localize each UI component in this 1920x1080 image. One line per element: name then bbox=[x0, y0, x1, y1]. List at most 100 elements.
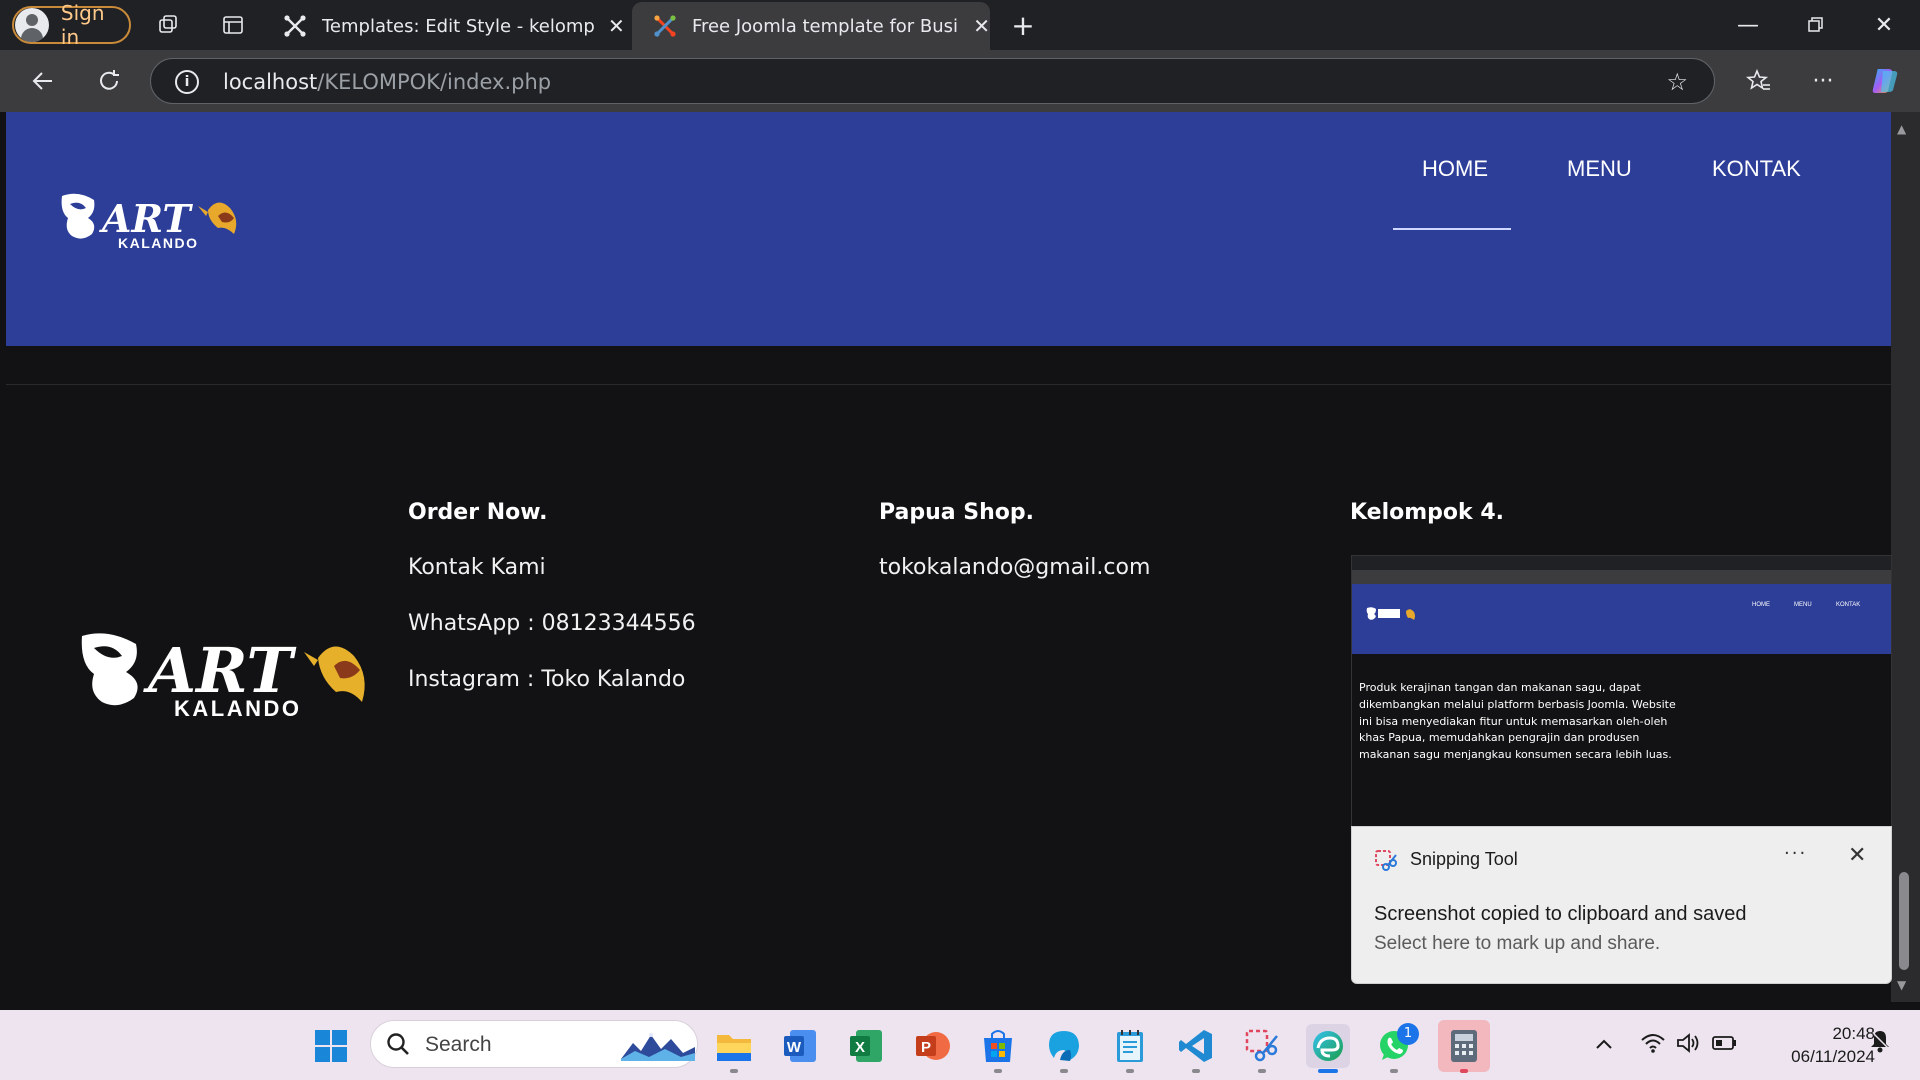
close-tab-icon[interactable]: ✕ bbox=[608, 14, 625, 38]
snipping-running-indicator bbox=[1258, 1069, 1266, 1073]
notification-center-icon[interactable] bbox=[1868, 1028, 1892, 1059]
snipping-tool-notification[interactable]: Snipping Tool ··· ✕ Screenshot copied to… bbox=[1351, 826, 1892, 984]
back-icon[interactable] bbox=[26, 64, 60, 98]
favorite-star-icon[interactable]: ☆ bbox=[1666, 68, 1688, 96]
footer-col-shop-title: Papua Shop. bbox=[879, 500, 1035, 525]
vscode-icon[interactable] bbox=[1174, 1024, 1218, 1068]
notepad-icon[interactable] bbox=[1108, 1024, 1152, 1068]
page-scrollbar[interactable]: ▲ ▼ bbox=[1891, 112, 1920, 1002]
favorites-icon[interactable] bbox=[1742, 64, 1776, 98]
site-header: ART KALANDO HOME MENU KONTAK bbox=[6, 112, 1891, 346]
footer-email[interactable]: tokokalando@gmail.com bbox=[879, 555, 1150, 580]
show-hidden-icons-icon[interactable] bbox=[1594, 1032, 1614, 1056]
snip-preview-thumbnail[interactable]: HOME MENU KONTAK Produk kerajinan tangan… bbox=[1351, 555, 1892, 827]
footer-instagram[interactable]: Instagram : Toko Kalando bbox=[408, 667, 685, 692]
svg-text:W: W bbox=[787, 1039, 802, 1056]
microsoft-store-icon[interactable] bbox=[976, 1024, 1020, 1068]
clock-time: 20:48 bbox=[1832, 1024, 1875, 1043]
search-placeholder: Search bbox=[425, 1033, 492, 1056]
notification-title: Screenshot copied to clipboard and saved bbox=[1374, 903, 1747, 925]
tab-title: Free Joomla template for Business bbox=[691, 15, 959, 37]
tab-title: Templates: Edit Style - kelompok4 bbox=[322, 15, 594, 37]
snipping-tool-icon bbox=[1374, 849, 1398, 877]
site-logo[interactable]: ART KALANDO bbox=[58, 190, 248, 260]
scroll-up-icon[interactable]: ▲ bbox=[1897, 122, 1906, 136]
notification-more-icon[interactable]: ··· bbox=[1784, 843, 1807, 864]
vscode-running-indicator bbox=[1192, 1069, 1200, 1073]
footer-col-kelompok-title: Kelompok 4. bbox=[1350, 500, 1504, 525]
edge-beta-running-indicator bbox=[1060, 1069, 1068, 1073]
explorer-running-indicator bbox=[730, 1069, 738, 1073]
file-explorer-icon[interactable] bbox=[712, 1024, 756, 1068]
copilot-icon[interactable] bbox=[1868, 64, 1902, 98]
preview-logo bbox=[1366, 606, 1418, 628]
close-window-icon[interactable]: ✕ bbox=[1864, 8, 1904, 42]
url-text: localhost/KELOMPOK/index.php bbox=[223, 70, 552, 94]
preview-nav-menu: MENU bbox=[1794, 602, 1812, 608]
system-clock[interactable]: 20:48 06/11/2024 bbox=[1755, 1022, 1875, 1068]
nav-active-indicator bbox=[1393, 228, 1511, 230]
preview-nav-kontak: KONTAK bbox=[1836, 602, 1861, 608]
calculator-running-indicator bbox=[1460, 1069, 1468, 1073]
taskbar-search-box[interactable]: Search bbox=[370, 1020, 698, 1068]
vertical-tabs-icon[interactable] bbox=[218, 10, 248, 40]
tab-free-joomla-template[interactable]: Free Joomla template for Business ✕ bbox=[632, 2, 990, 50]
signin-label: Sign in bbox=[60, 1, 105, 49]
footer-whatsapp[interactable]: WhatsApp : 08123344556 bbox=[408, 611, 696, 636]
wifi-icon[interactable] bbox=[1640, 1032, 1666, 1059]
logo-subtext: KALANDO bbox=[118, 235, 199, 251]
restore-icon[interactable] bbox=[1796, 8, 1836, 42]
powerpoint-icon[interactable]: P bbox=[910, 1024, 954, 1068]
minimize-icon[interactable]: — bbox=[1728, 8, 1768, 42]
preview-tab-strip bbox=[1352, 556, 1891, 570]
browser-toolbar: i localhost/KELOMPOK/index.php ☆ ··· bbox=[0, 50, 1920, 112]
calculator-icon[interactable] bbox=[1438, 1020, 1490, 1072]
footer-col-order-title: Order Now. bbox=[408, 500, 548, 525]
search-icon bbox=[385, 1031, 411, 1061]
svg-text:X: X bbox=[855, 1039, 865, 1056]
preview-address-bar bbox=[1352, 570, 1891, 584]
more-options-icon[interactable]: ··· bbox=[1806, 64, 1840, 98]
joomla-icon bbox=[282, 13, 308, 39]
scrollbar-thumb[interactable] bbox=[1899, 872, 1909, 970]
whatsapp-unread-badge: 1 bbox=[1397, 1023, 1419, 1045]
notification-app-name: Snipping Tool bbox=[1410, 849, 1518, 869]
edge-active-indicator bbox=[1318, 1069, 1338, 1073]
tab-templates-edit-style[interactable]: Templates: Edit Style - kelompok4 ✕ bbox=[262, 2, 630, 50]
refresh-icon[interactable] bbox=[92, 64, 126, 98]
site-info-icon[interactable]: i bbox=[175, 70, 199, 94]
nav-kontak-link[interactable]: KONTAK bbox=[1712, 156, 1801, 182]
joomla-color-icon bbox=[652, 13, 678, 39]
address-bar[interactable]: i localhost/KELOMPOK/index.php ☆ bbox=[150, 58, 1715, 104]
browser-tab-strip: Sign in Templates: Edit Style - kelompok… bbox=[0, 0, 1920, 50]
scroll-down-icon[interactable]: ▼ bbox=[1897, 978, 1906, 992]
search-highlight-icon bbox=[621, 1029, 695, 1065]
snipping-tool-taskbar-icon[interactable] bbox=[1240, 1024, 1284, 1068]
clock-date: 06/11/2024 bbox=[1791, 1047, 1875, 1066]
new-tab-icon[interactable]: + bbox=[1008, 9, 1038, 42]
notification-subtitle: Select here to mark up and share. bbox=[1374, 933, 1661, 954]
whatsapp-running-indicator bbox=[1390, 1069, 1398, 1073]
start-button-icon[interactable] bbox=[309, 1024, 353, 1068]
preview-nav-home: HOME bbox=[1752, 602, 1770, 608]
preview-description: Produk kerajinan tangan dan makanan sagu… bbox=[1359, 681, 1676, 762]
preview-site-header bbox=[1352, 584, 1891, 654]
notification-close-icon[interactable]: ✕ bbox=[1848, 843, 1866, 868]
footer-logo-subtext: KALANDO bbox=[174, 696, 302, 721]
edge-beta-icon[interactable] bbox=[1042, 1024, 1086, 1068]
footer-kontak-kami[interactable]: Kontak Kami bbox=[408, 555, 546, 580]
signin-button[interactable]: Sign in bbox=[12, 1, 131, 49]
close-tab-icon[interactable]: ✕ bbox=[973, 14, 990, 38]
nav-home-link[interactable]: HOME bbox=[1422, 156, 1488, 182]
workspaces-icon[interactable] bbox=[154, 10, 184, 40]
word-icon[interactable]: W bbox=[778, 1024, 822, 1068]
volume-icon[interactable] bbox=[1676, 1032, 1702, 1059]
section-divider bbox=[6, 384, 1891, 385]
profile-avatar-icon bbox=[15, 8, 49, 42]
nav-menu-link[interactable]: MENU bbox=[1567, 156, 1632, 182]
edge-browser-icon[interactable] bbox=[1306, 1024, 1350, 1068]
svg-text:P: P bbox=[921, 1039, 931, 1056]
store-running-indicator bbox=[994, 1069, 1002, 1073]
battery-icon[interactable] bbox=[1712, 1032, 1738, 1059]
excel-icon[interactable]: X bbox=[844, 1024, 888, 1068]
